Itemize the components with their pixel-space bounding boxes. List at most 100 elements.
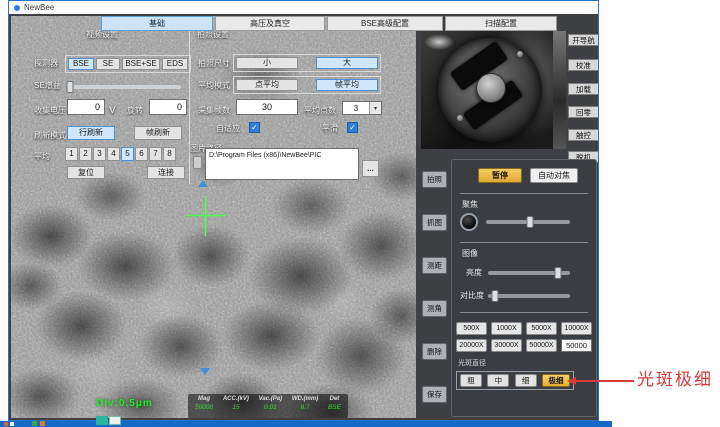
path-drag-icon xyxy=(193,156,202,169)
detector-eds-button[interactable]: EDS xyxy=(162,58,188,70)
contrast-slider[interactable] xyxy=(488,294,570,298)
focus-slider-handle[interactable] xyxy=(526,216,533,228)
load-button[interactable]: 加载 xyxy=(568,83,598,95)
mag-500x-button[interactable]: 500X xyxy=(456,322,487,335)
gain-slider-handle[interactable] xyxy=(67,81,74,93)
size-small-button[interactable]: 小 xyxy=(236,57,298,69)
rotation-input[interactable]: 0 xyxy=(149,99,187,115)
brightness-slider-handle[interactable] xyxy=(554,267,561,279)
spot-diameter-group: 粗 中 细 极细 xyxy=(456,371,574,390)
taskbar-icon[interactable] xyxy=(32,421,37,426)
avg-points-select[interactable]: 3 ▾ xyxy=(342,101,382,115)
image-section-label: 图像 xyxy=(462,250,478,258)
frame-refresh-button[interactable]: 帧刷新 xyxy=(134,126,182,140)
average-2-button[interactable]: 2 xyxy=(79,147,92,161)
average-8-button[interactable]: 8 xyxy=(163,147,176,161)
taskbar-icon[interactable] xyxy=(40,421,45,426)
mag-50000x-button[interactable]: 50000X xyxy=(526,339,557,352)
grab-image-button[interactable]: 抓图 xyxy=(422,214,447,231)
home-zero-button[interactable]: 回零 xyxy=(568,106,598,118)
refresh-mode-label: 刷新模式 xyxy=(34,132,66,141)
photo-size-label: 拍照尺寸 xyxy=(198,60,230,69)
average-6-button[interactable]: 6 xyxy=(135,147,148,161)
touch-control-button[interactable]: 触控 xyxy=(568,129,598,141)
size-large-button[interactable]: 大 xyxy=(316,57,378,69)
pause-button[interactable]: 暂停 xyxy=(478,168,522,183)
pan-down-icon[interactable] xyxy=(200,368,210,375)
tab-hv-vacuum[interactable]: 高压及真空 xyxy=(215,16,325,31)
avg-mode-group: 点平均 帧平均 xyxy=(233,76,381,94)
voltage-input[interactable]: 0 xyxy=(67,99,105,115)
measure-angle-button[interactable]: 测角 xyxy=(422,300,447,317)
focus-knob[interactable] xyxy=(460,213,478,231)
focus-slider[interactable] xyxy=(486,220,570,224)
panel-divider xyxy=(460,193,588,194)
navigation-camera-view[interactable] xyxy=(421,31,566,149)
calibrate-button[interactable]: 校准 xyxy=(568,59,598,71)
smooth-checkbox[interactable] xyxy=(347,122,358,133)
frames-input[interactable]: 30 xyxy=(236,99,298,115)
average-1-button[interactable]: 1 xyxy=(65,147,78,161)
tab-bar: 基础 高压及真空 BSE高级配置 扫描配置 xyxy=(101,16,557,31)
spot-coarse-button[interactable]: 粗 xyxy=(460,374,482,387)
spot-fine-button[interactable]: 细 xyxy=(515,374,537,387)
point-average-button[interactable]: 点平均 xyxy=(236,79,298,91)
rotation-label: 旋转 xyxy=(127,107,143,116)
contrast-label: 对比度 xyxy=(460,292,484,300)
reset-button[interactable]: 复位 xyxy=(67,166,105,179)
spot-diameter-label: 光斑直径 xyxy=(458,360,486,367)
settings-divider xyxy=(189,31,190,183)
mag-20000x-button[interactable]: 20000X xyxy=(456,339,487,352)
window-title: NewBee xyxy=(24,3,54,12)
browse-button[interactable]: ... xyxy=(362,160,379,177)
line-refresh-button[interactable]: 行刷新 xyxy=(67,126,115,140)
hud-acc: ACC.(kV) 15 xyxy=(223,396,249,416)
tab-basic[interactable]: 基础 xyxy=(101,16,213,31)
average-4-button[interactable]: 4 xyxy=(107,147,120,161)
tab-bse-advanced[interactable]: BSE高级配置 xyxy=(327,16,443,31)
taskbar-icon[interactable] xyxy=(4,422,8,426)
panel-divider xyxy=(460,312,588,313)
snapshot-button[interactable]: 拍照 xyxy=(422,171,447,188)
delete-button[interactable]: 删除 xyxy=(422,343,447,360)
autofocus-button[interactable]: 自动对焦 xyxy=(530,168,578,183)
detector-bse-se-button[interactable]: BSE+SE xyxy=(122,58,160,70)
connect-button[interactable]: 连接 xyxy=(147,166,185,179)
mag-5000x-button[interactable]: 5000X xyxy=(526,322,557,335)
taskbar-icon[interactable] xyxy=(109,416,121,425)
adaptive-checkbox[interactable] xyxy=(249,122,260,133)
contrast-slider-handle[interactable] xyxy=(491,290,498,302)
title-bar[interactable]: NewBee xyxy=(9,1,598,14)
measure-distance-button[interactable]: 测距 xyxy=(422,257,447,274)
average-3-button[interactable]: 3 xyxy=(93,147,106,161)
save-button[interactable]: 保存 xyxy=(422,386,447,403)
hud-wd: WD.(mm) 8.7 xyxy=(292,396,318,416)
taskbar[interactable] xyxy=(0,421,612,427)
mag-value-input[interactable]: 50000 xyxy=(561,339,592,352)
focus-label: 聚焦 xyxy=(462,201,478,209)
stage-screw xyxy=(517,51,523,57)
tab-scan-config[interactable]: 扫描配置 xyxy=(445,16,557,31)
average-5-button[interactable]: 5 xyxy=(121,147,134,161)
mag-30000x-button[interactable]: 30000X xyxy=(491,339,522,352)
mag-1000x-button[interactable]: 1000X xyxy=(491,322,522,335)
taskbar-icon[interactable] xyxy=(96,416,108,425)
voltage-label: 收集电压 xyxy=(34,107,66,116)
gain-label: SE增益 xyxy=(34,82,61,91)
brightness-slider[interactable] xyxy=(488,271,570,275)
detector-se-button[interactable]: SE xyxy=(96,58,120,70)
pan-up-icon[interactable] xyxy=(198,180,208,187)
mag-10000x-button[interactable]: 10000X xyxy=(561,322,592,335)
spot-ultrafine-button[interactable]: 极细 xyxy=(542,374,570,387)
chevron-down-icon[interactable]: ▾ xyxy=(369,102,381,114)
annotation-line xyxy=(576,380,634,382)
detector-bse-button[interactable]: BSE xyxy=(68,58,94,70)
app-icon xyxy=(14,5,20,11)
taskbar-icon[interactable] xyxy=(10,422,14,426)
path-textbox[interactable]: D:\Program Files (x86)\NewBee\PIC xyxy=(205,148,359,180)
frame-average-button[interactable]: 帧平均 xyxy=(316,79,378,91)
open-navigation-button[interactable]: 开导航 xyxy=(568,34,598,46)
average-7-button[interactable]: 7 xyxy=(149,147,162,161)
spot-medium-button[interactable]: 中 xyxy=(487,374,509,387)
gain-slider[interactable] xyxy=(67,85,181,89)
